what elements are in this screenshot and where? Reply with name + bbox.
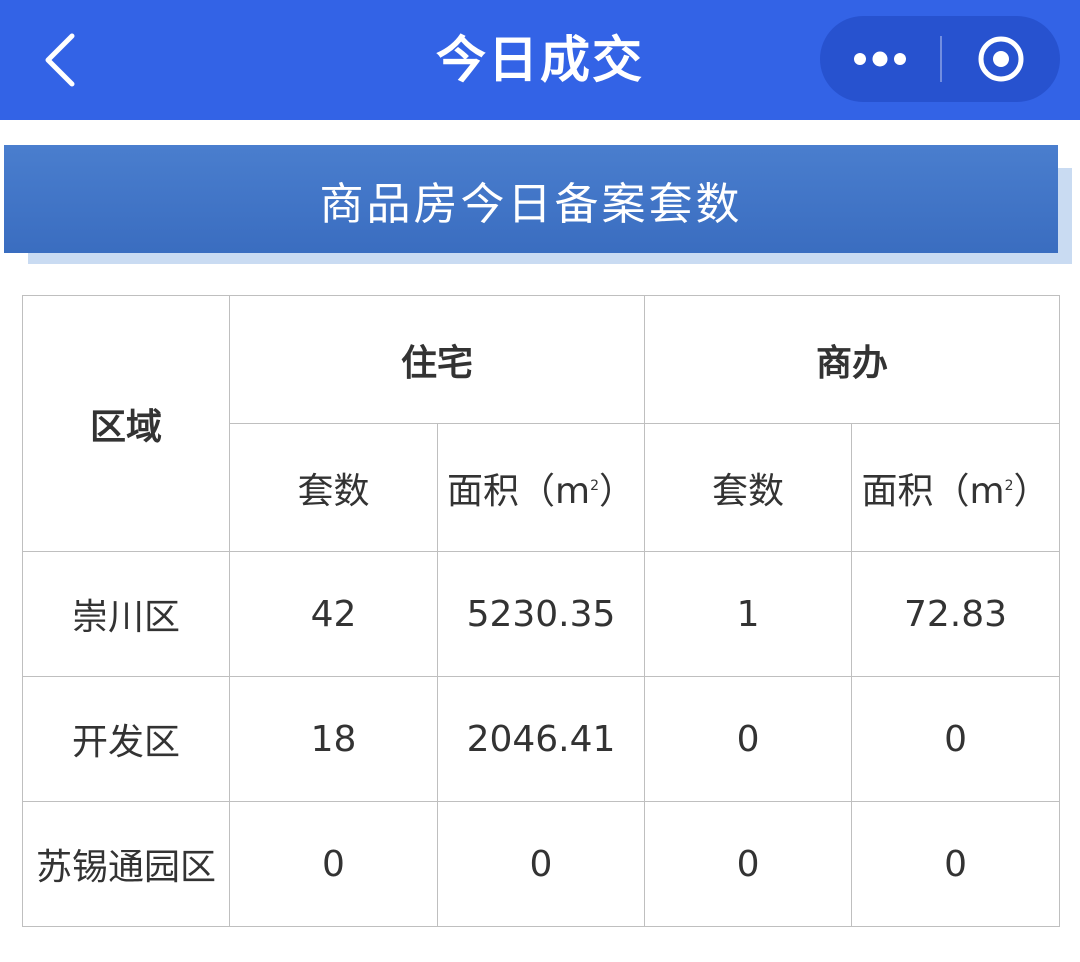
commercial-area-cell: 0: [851, 801, 1061, 927]
close-button[interactable]: [942, 16, 1060, 102]
commercial-header: 商办: [644, 295, 1061, 424]
region-cell: 苏锡通园区: [22, 801, 230, 927]
table-row: 苏锡通园区 0 0 0 0: [22, 801, 1061, 927]
commercial-area-header: 面积（m2）: [851, 423, 1061, 552]
residential-area-cell: 2046.41: [436, 676, 646, 802]
residential-area-header: 面积（m2）: [436, 423, 646, 552]
more-dots-icon: [854, 51, 906, 67]
commercial-count-cell: 1: [644, 551, 853, 677]
commercial-area-cell: 0: [851, 676, 1061, 802]
commercial-count-cell: 0: [644, 801, 853, 927]
table-row: 开发区 18 2046.41 0 0: [22, 676, 1061, 802]
commercial-count-header: 套数: [644, 423, 853, 552]
section-banner: 商品房今日备案套数: [4, 145, 1058, 253]
residential-count-cell: 42: [229, 551, 438, 677]
residential-count-cell: 18: [229, 676, 438, 802]
residential-area-cell: 5230.35: [436, 551, 646, 677]
navigation-bar: 今日成交: [0, 0, 1080, 120]
chevron-left-icon: [45, 33, 75, 87]
residential-count-cell: 0: [229, 801, 438, 927]
region-cell: 崇川区: [22, 551, 230, 677]
banner-title: 商品房今日备案套数: [319, 179, 743, 230]
page: 今日成交 商品房今日备案套数 区域 住宅 商办 套数 面积（m2） 套数 面积（…: [0, 0, 1080, 962]
target-close-icon: [978, 36, 1024, 82]
transaction-table: 区域 住宅 商办 套数 面积（m2） 套数 面积（m2） 崇川区 42 5230…: [22, 295, 1061, 927]
mini-program-capsule: [820, 16, 1060, 102]
back-button[interactable]: [30, 28, 90, 92]
table-header-row: 区域 住宅 商办: [22, 295, 1061, 552]
table-row: 崇川区 42 5230.35 1 72.83: [22, 551, 1061, 677]
residential-header: 住宅: [228, 295, 646, 424]
residential-count-header: 套数: [229, 423, 438, 552]
commercial-area-cell: 72.83: [851, 551, 1061, 677]
more-button[interactable]: [820, 16, 940, 102]
commercial-count-cell: 0: [644, 676, 853, 802]
region-header: 区域: [22, 295, 230, 552]
residential-area-cell: 0: [436, 801, 646, 927]
region-cell: 开发区: [22, 676, 230, 802]
